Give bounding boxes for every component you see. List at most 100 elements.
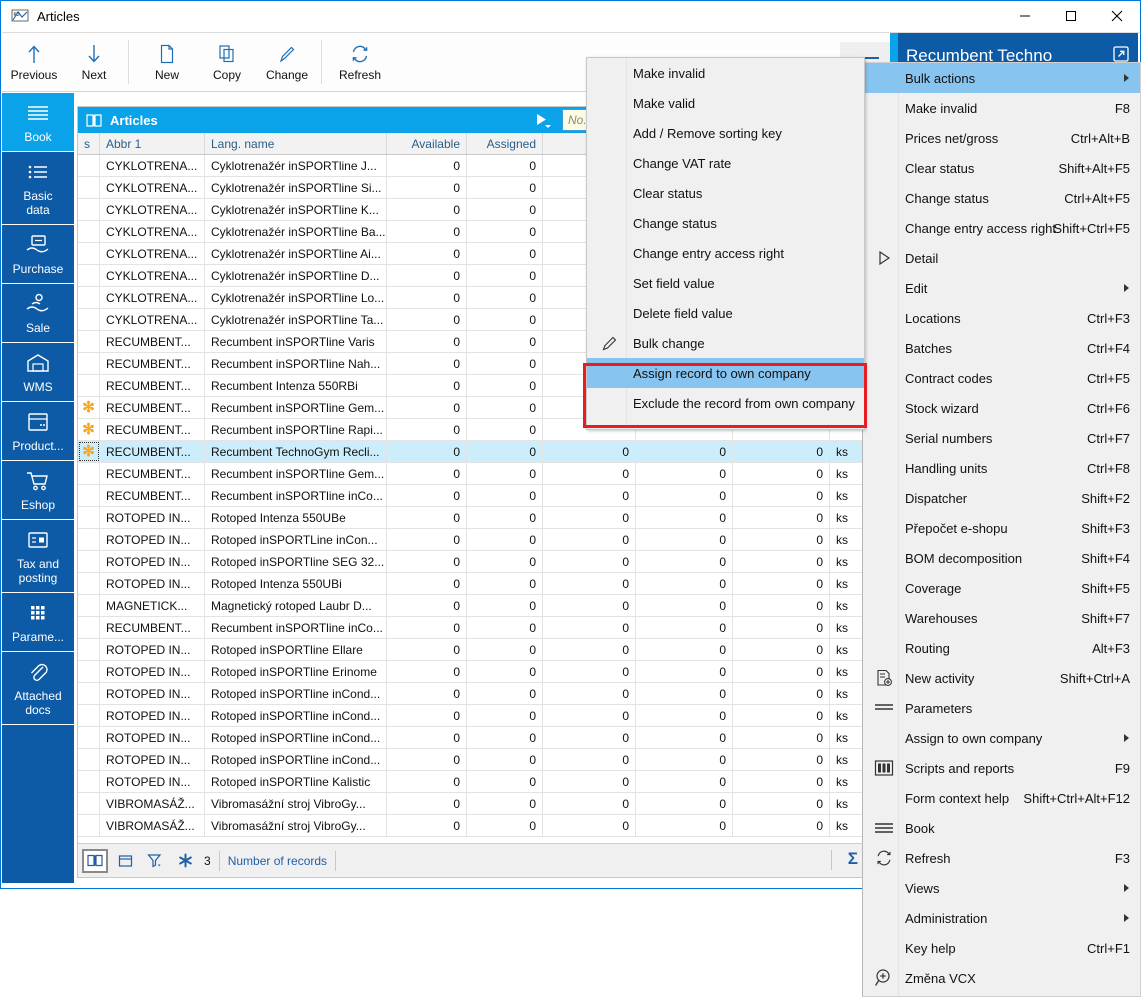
table-cell-c5[interactable]: 0 bbox=[543, 485, 636, 506]
table-cell-langname[interactable]: Recumbent inSPORTline inCo... bbox=[205, 485, 387, 506]
table-cell-c6[interactable]: 0 bbox=[636, 485, 733, 506]
table-cell-c6[interactable]: 0 bbox=[636, 771, 733, 792]
table-cell-c5[interactable]: 0 bbox=[543, 441, 636, 462]
table-cell-c7[interactable]: 0 bbox=[733, 617, 830, 638]
table-row[interactable]: ROTOPED IN... Rotoped inSPORTline Kalisti… bbox=[78, 771, 866, 793]
table-cell-abbr1[interactable]: ROTOPED IN... bbox=[100, 705, 205, 726]
menu-item-batches[interactable]: Batches Ctrl+F4 bbox=[863, 333, 1140, 363]
table-cell-c7[interactable]: 0 bbox=[733, 551, 830, 572]
table-cell-available[interactable]: 0 bbox=[387, 463, 467, 484]
table-cell-c5[interactable]: 0 bbox=[543, 551, 636, 572]
menu-item-bulk-change[interactable]: Bulk change bbox=[587, 328, 864, 358]
table-cell-abbr1[interactable]: RECUMBENT... bbox=[100, 617, 205, 638]
table-cell-abbr1[interactable]: RECUMBENT... bbox=[100, 441, 205, 462]
menu-item-change-entry-access-right[interactable]: Change entry access right bbox=[587, 238, 864, 268]
table-row[interactable]: VIBROMASÁŽ... Vibromasážní stroj VibroGy.… bbox=[78, 793, 866, 815]
menu-item-detail[interactable]: Detail bbox=[863, 243, 1140, 273]
table-cell-assigned[interactable]: 0 bbox=[467, 485, 543, 506]
sidebar-item-attached-docs[interactable]: Attached docs bbox=[2, 652, 74, 725]
sidebar-item-purchase[interactable]: Purchase bbox=[2, 225, 74, 284]
menu-item-zm-na-vcx[interactable]: Změna VCX bbox=[863, 963, 1140, 993]
table-cell-c6[interactable]: 0 bbox=[636, 573, 733, 594]
table-row[interactable]: ROTOPED IN... Rotoped inSPORTLine inCon..… bbox=[78, 529, 866, 551]
menu-item-contract-codes[interactable]: Contract codes Ctrl+F5 bbox=[863, 363, 1140, 393]
table-cell-available[interactable]: 0 bbox=[387, 243, 467, 264]
table-cell-unit[interactable]: ks bbox=[830, 507, 864, 528]
table-cell-available[interactable]: 0 bbox=[387, 727, 467, 748]
new-button[interactable]: New bbox=[139, 34, 195, 90]
table-row[interactable]: RECUMBENT... Recumbent inSPORTline inCo..… bbox=[78, 617, 866, 639]
table-cell-abbr1[interactable]: CYKLOTRENA... bbox=[100, 199, 205, 220]
table-cell-c6[interactable]: 0 bbox=[636, 639, 733, 660]
menu-item-views[interactable]: Views bbox=[863, 873, 1140, 903]
table-cell-langname[interactable]: Rotoped inSPORTLine inCon... bbox=[205, 529, 387, 550]
table-cell-s[interactable] bbox=[78, 353, 100, 374]
table-row[interactable]: ROTOPED IN... Rotoped inSPORTline SEG 32.… bbox=[78, 551, 866, 573]
table-cell-assigned[interactable]: 0 bbox=[467, 551, 543, 572]
table-cell-c7[interactable]: 0 bbox=[733, 815, 830, 836]
table-cell-langname[interactable]: Rotoped inSPORTline Kalistic bbox=[205, 771, 387, 792]
table-cell-s[interactable]: ✻ bbox=[78, 441, 100, 462]
table-cell-unit[interactable]: ks bbox=[830, 485, 864, 506]
col-header-abbr1[interactable]: Abbr 1 bbox=[100, 133, 205, 154]
table-cell-available[interactable]: 0 bbox=[387, 419, 467, 440]
table-cell-c5[interactable]: 0 bbox=[543, 507, 636, 528]
table-cell-assigned[interactable]: 0 bbox=[467, 155, 543, 176]
table-cell-available[interactable]: 0 bbox=[387, 177, 467, 198]
table-cell-abbr1[interactable]: CYKLOTRENA... bbox=[100, 221, 205, 242]
table-cell-unit[interactable]: ks bbox=[830, 573, 864, 594]
sidebar-item-parameters[interactable]: Parame... bbox=[2, 593, 74, 652]
table-cell-c5[interactable]: 0 bbox=[543, 639, 636, 660]
menu-item-stock-wizard[interactable]: Stock wizard Ctrl+F6 bbox=[863, 393, 1140, 423]
table-cell-s[interactable] bbox=[78, 661, 100, 682]
menu-item-handling-units[interactable]: Handling units Ctrl+F8 bbox=[863, 453, 1140, 483]
table-cell-unit[interactable]: ks bbox=[830, 617, 864, 638]
table-cell-abbr1[interactable]: CYKLOTRENA... bbox=[100, 243, 205, 264]
menu-item-routing[interactable]: Routing Alt+F3 bbox=[863, 633, 1140, 663]
menu-item-clear-status[interactable]: Clear status Shift+Alt+F5 bbox=[863, 153, 1140, 183]
table-cell-langname[interactable]: Rotoped inSPORTline inCond... bbox=[205, 705, 387, 726]
table-cell-langname[interactable]: Vibromasážní stroj VibroGy... bbox=[205, 793, 387, 814]
sidebar-item-tax-and-posting[interactable]: Tax and posting bbox=[2, 520, 74, 593]
sidebar-item-production[interactable]: Product... bbox=[2, 402, 74, 461]
table-cell-s[interactable] bbox=[78, 617, 100, 638]
table-cell-available[interactable]: 0 bbox=[387, 551, 467, 572]
previous-button[interactable]: Previous bbox=[6, 34, 62, 90]
table-cell-available[interactable]: 0 bbox=[387, 375, 467, 396]
table-cell-s[interactable] bbox=[78, 199, 100, 220]
table-cell-assigned[interactable]: 0 bbox=[467, 507, 543, 528]
menu-item-bulk-actions[interactable]: Bulk actions bbox=[863, 63, 1140, 93]
table-cell-s[interactable] bbox=[78, 221, 100, 242]
col-header-langname[interactable]: Lang. name bbox=[205, 133, 387, 154]
table-cell-s[interactable] bbox=[78, 705, 100, 726]
table-cell-s[interactable] bbox=[78, 749, 100, 770]
table-cell-available[interactable]: 0 bbox=[387, 793, 467, 814]
menu-item-bom-decomposition[interactable]: BOM decomposition Shift+F4 bbox=[863, 543, 1140, 573]
table-cell-c7[interactable]: 0 bbox=[733, 793, 830, 814]
asterisk-icon[interactable] bbox=[172, 849, 198, 873]
table-cell-available[interactable]: 0 bbox=[387, 529, 467, 550]
table-cell-abbr1[interactable]: CYKLOTRENA... bbox=[100, 155, 205, 176]
table-cell-available[interactable]: 0 bbox=[387, 749, 467, 770]
table-cell-s[interactable] bbox=[78, 375, 100, 396]
table-cell-abbr1[interactable]: VIBROMASÁŽ... bbox=[100, 815, 205, 836]
table-cell-c5[interactable]: 0 bbox=[543, 573, 636, 594]
menu-item-parameters[interactable]: Parameters bbox=[863, 693, 1140, 723]
table-cell-abbr1[interactable]: RECUMBENT... bbox=[100, 353, 205, 374]
table-cell-s[interactable] bbox=[78, 639, 100, 660]
menu-item-change-vat-rate[interactable]: Change VAT rate bbox=[587, 148, 864, 178]
filter-icon[interactable] bbox=[142, 849, 168, 873]
col-header-available[interactable]: Available bbox=[387, 133, 467, 154]
table-cell-c6[interactable]: 0 bbox=[636, 507, 733, 528]
table-cell-unit[interactable]: ks bbox=[830, 683, 864, 704]
table-cell-c5[interactable]: 0 bbox=[543, 705, 636, 726]
table-cell-langname[interactable]: Rotoped Intenza 550UBe bbox=[205, 507, 387, 528]
table-cell-langname[interactable]: Vibromasážní stroj VibroGy... bbox=[205, 815, 387, 836]
menu-item-edit[interactable]: Edit bbox=[863, 273, 1140, 303]
menu-item-scripts-and-reports[interactable]: Scripts and reports F9 bbox=[863, 753, 1140, 783]
menu-item-warehouses[interactable]: Warehouses Shift+F7 bbox=[863, 603, 1140, 633]
table-cell-unit[interactable]: ks bbox=[830, 661, 864, 682]
menu-item-coverage[interactable]: Coverage Shift+F5 bbox=[863, 573, 1140, 603]
table-cell-available[interactable]: 0 bbox=[387, 815, 467, 836]
table-cell-available[interactable]: 0 bbox=[387, 287, 467, 308]
